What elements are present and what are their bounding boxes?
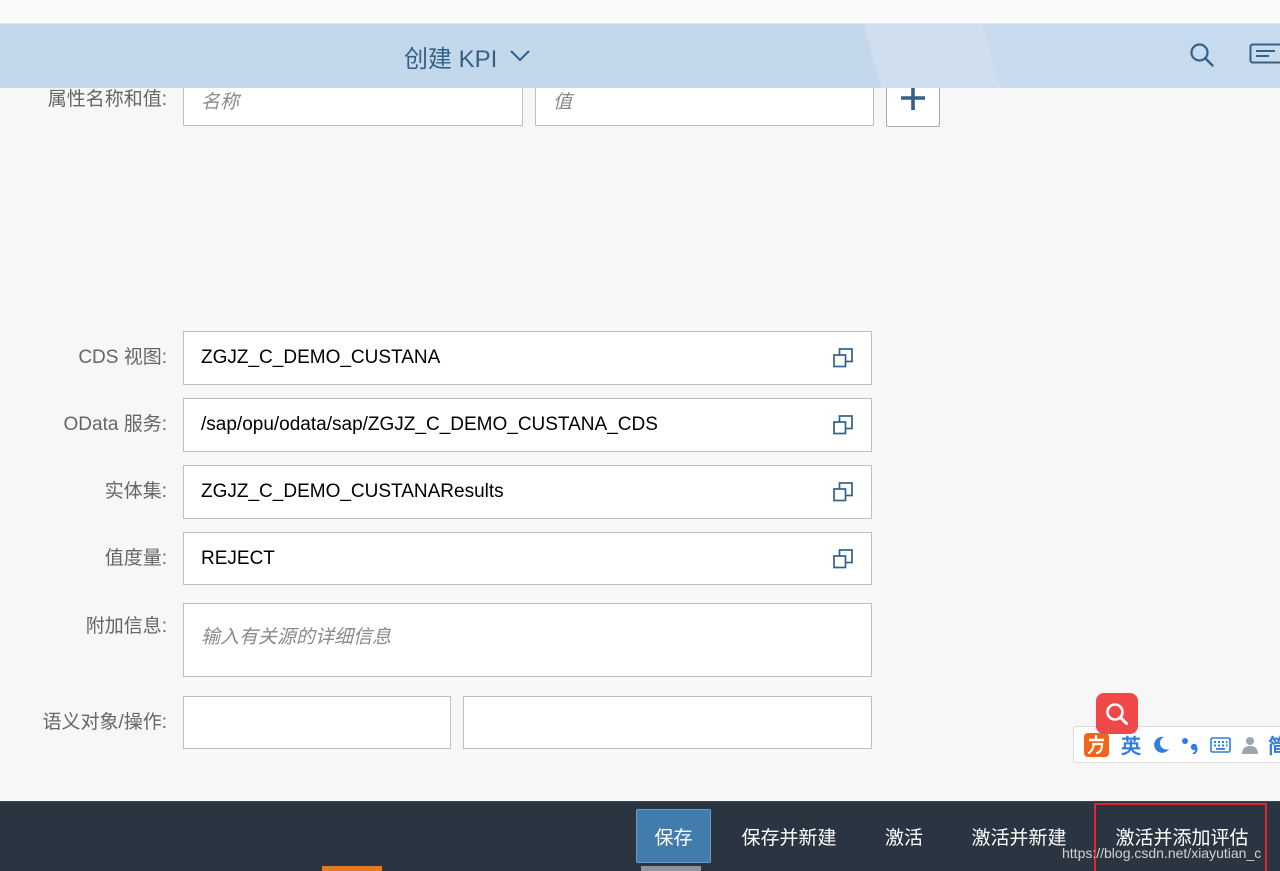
save-button-label: 保存: [654, 823, 692, 850]
shell-header: 创建 KPI: [0, 24, 1280, 88]
activate-and-new-button-label: 激活并新建: [971, 823, 1066, 850]
bottom-edge-marker: [641, 866, 701, 871]
watermark: https://blog.csdn.net/xiayutian_c: [1062, 843, 1274, 863]
value-measure-value: REJECT: [201, 548, 275, 570]
page-title-menu[interactable]: 创建 KPI: [404, 24, 531, 88]
attribute-name-placeholder: 名称: [201, 87, 239, 114]
search-icon[interactable]: [1189, 42, 1215, 68]
chevron-down-icon: [509, 49, 531, 63]
user-icon: [1241, 736, 1259, 754]
additional-info-placeholder: 输入有关源的详细信息: [201, 622, 391, 649]
punctuation-icon: [1181, 736, 1200, 754]
attributes-label: 属性名称和值:: [0, 89, 167, 111]
value-measure-input[interactable]: REJECT: [183, 532, 872, 585]
semantic-action-input[interactable]: [463, 696, 872, 749]
bottom-edge-marker: [322, 866, 382, 871]
keyboard-icon: [1210, 737, 1231, 753]
semantic-object-action-label: 语义对象/操作:: [0, 712, 167, 734]
ime-mode-toggle[interactable]: 简: [1268, 727, 1280, 762]
additional-info-textarea[interactable]: 输入有关源的详细信息: [183, 603, 872, 677]
entity-set-label: 实体集:: [0, 481, 167, 503]
value-help-icon[interactable]: [832, 548, 854, 570]
save-and-new-button[interactable]: 保存并新建: [728, 809, 850, 863]
activate-button[interactable]: 激活: [870, 809, 938, 863]
cds-view-input[interactable]: ZGJZ_C_DEMO_CUSTANA: [183, 331, 872, 385]
activate-button-label: 激活: [885, 823, 923, 850]
additional-info-label: 附加信息:: [0, 616, 167, 638]
ime-keyboard-button[interactable]: [1210, 727, 1231, 762]
value-help-icon[interactable]: [832, 414, 854, 436]
entity-set-value: ZGJZ_C_DEMO_CUSTANAResults: [201, 481, 504, 503]
top-strip: [0, 0, 1280, 24]
ime-logo-icon: [1084, 733, 1109, 757]
odata-service-value: /sap/opu/odata/sap/ZGJZ_C_DEMO_CUSTANA_C…: [201, 414, 658, 436]
value-help-icon[interactable]: [832, 481, 854, 503]
value-help-icon[interactable]: [832, 347, 854, 369]
cds-view-value: ZGJZ_C_DEMO_CUSTANA: [201, 347, 440, 369]
menu-icon[interactable]: [1249, 43, 1280, 65]
value-measure-label: 值度量:: [0, 548, 167, 570]
ime-theme-toggle[interactable]: [1153, 727, 1170, 762]
save-button[interactable]: 保存: [636, 809, 711, 863]
odata-service-input[interactable]: /sap/opu/odata/sap/ZGJZ_C_DEMO_CUSTANA_C…: [183, 398, 872, 452]
ime-mode-label: 简: [1268, 730, 1280, 759]
ime-language-label: 英: [1121, 730, 1141, 759]
save-and-new-button-label: 保存并新建: [741, 823, 836, 850]
moon-icon: [1153, 736, 1170, 754]
cds-view-label: CDS 视图:: [0, 347, 167, 369]
entity-set-input[interactable]: ZGJZ_C_DEMO_CUSTANAResults: [183, 465, 872, 519]
odata-service-label: OData 服务:: [0, 414, 167, 436]
search-icon: [1104, 701, 1130, 727]
ime-punctuation-toggle[interactable]: [1181, 727, 1200, 762]
ime-search-button[interactable]: [1096, 693, 1138, 734]
ime-user-button[interactable]: [1241, 727, 1259, 762]
page-title: 创建 KPI: [404, 39, 497, 74]
semantic-object-input[interactable]: [183, 696, 451, 749]
attribute-value-placeholder: 值: [553, 87, 572, 114]
